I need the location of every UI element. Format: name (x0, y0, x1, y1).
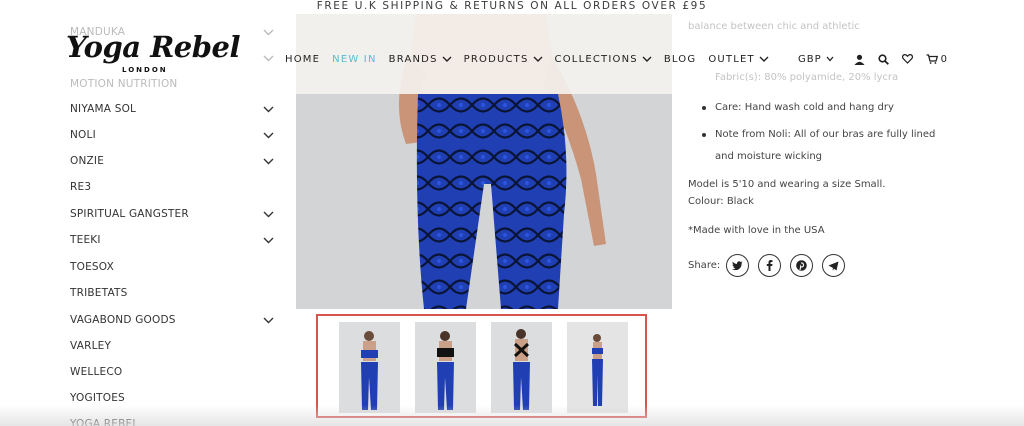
main-navigation: HOME NEW IN BRANDS PRODUCTS COLLECTIONS BLOG O… (285, 51, 781, 67)
sidebar-brand-label: YOGITOES (70, 392, 125, 404)
nav-item-outlet[interactable]: OUTLET (708, 54, 769, 65)
nav-item-label: COLLECTIONS (554, 53, 638, 65)
sidebar-brand-label: VARLEY (70, 340, 112, 352)
share-row: Share: (688, 254, 854, 277)
currency-selector[interactable]: GBP (798, 54, 834, 65)
sidebar-brand-label: TEEKI (70, 234, 101, 246)
bullet-dot (702, 133, 706, 137)
currency-label: GBP (798, 53, 822, 65)
thumbnail-4[interactable] (567, 322, 628, 413)
sidebar-brand-item[interactable]: NIYAMA SOL (70, 99, 280, 119)
heart-icon[interactable] (901, 54, 913, 64)
user-icon[interactable] (854, 54, 865, 65)
nav-item-label: BLOG (663, 53, 697, 65)
sidebar-brand-label: TRIBETATS (70, 287, 128, 299)
logo-subtitle: LONDON (122, 66, 168, 74)
sidebar-brand-label: WELLECO (70, 366, 123, 378)
thumbnail-strip (316, 314, 647, 418)
facebook-icon[interactable] (758, 254, 782, 277)
nav-item-products[interactable]: PRODUCTS (464, 54, 543, 65)
sidebar-brand-label: VAGABOND GOODS (70, 314, 176, 326)
promo-banner: FREE U.K SHIPPING & RETURNS ON ALL ORDER… (316, 0, 708, 12)
email-icon[interactable] (822, 254, 846, 277)
made-in-text: *Made with love in the USA (688, 225, 825, 236)
thumbnail-1[interactable] (339, 322, 400, 413)
nav-item-collections[interactable]: COLLECTIONS (555, 54, 652, 65)
twitter-icon[interactable] (726, 254, 750, 277)
nav-item-blog[interactable]: BLOG (664, 54, 697, 65)
nav-item-label: OUTLET (708, 53, 755, 65)
nav-item-label: NEW IN (332, 53, 377, 65)
sidebar-brand-label: NOLI (70, 129, 96, 141)
chevron-down-icon[interactable] (263, 99, 275, 119)
sidebar-brand-label: ONZIE (70, 155, 105, 167)
sidebar-brand-item[interactable]: ONZIE (70, 151, 280, 171)
nav-item-home[interactable]: HOME (285, 54, 320, 65)
sidebar-brand-item[interactable]: TEEKI (70, 230, 280, 250)
chevron-down-icon (438, 56, 452, 63)
nav-item-label: PRODUCTS (463, 53, 529, 65)
note-text: Note from Noli: All of our bras are full… (715, 129, 936, 162)
yoga-rebel-logo[interactable]: Yoga Rebel LONDON (66, 30, 240, 78)
sidebar-brand-label: SPIRITUAL GANGSTER (70, 208, 189, 220)
sidebar-brand-item[interactable]: VARLEY (70, 336, 280, 356)
chevron-down-icon (638, 56, 652, 63)
bullet-dot (702, 106, 706, 110)
colour-info: Colour: Black (688, 196, 754, 207)
sidebar-brand-label: NIYAMA SOL (70, 103, 137, 115)
thumbnail-2[interactable] (415, 322, 476, 413)
thumbnail-3[interactable] (491, 322, 552, 413)
nav-item-label: BRANDS (388, 53, 438, 65)
chevron-down-icon (529, 56, 543, 63)
sidebar-brand-item[interactable]: TOESOX (70, 257, 280, 277)
chevron-down-icon[interactable] (263, 204, 275, 224)
chevron-down-icon[interactable] (263, 22, 275, 42)
model-info: Model is 5'10 and wearing a size Small. (688, 179, 886, 190)
chevron-down-icon[interactable] (263, 125, 275, 145)
chevron-down-icon[interactable] (263, 48, 275, 68)
sidebar-brand-item[interactable]: TRIBETATS (70, 283, 280, 303)
cart-icon[interactable]: 0 (926, 54, 947, 65)
cart-count: 0 (940, 53, 948, 65)
sidebar-brand-item[interactable]: VAGABOND GOODS (70, 310, 280, 330)
chevron-down-icon[interactable] (263, 151, 275, 171)
share-label: Share: (688, 260, 721, 271)
chevron-down-icon[interactable] (263, 310, 275, 330)
sidebar-brand-item[interactable]: NOLI (70, 125, 280, 145)
logo-script: Yoga Rebel (66, 30, 240, 64)
sidebar-brand-label: TOESOX (70, 261, 114, 273)
search-icon[interactable] (878, 53, 889, 65)
faded-fabric-line: Fabric(s): 80% polyamide, 20% lycra (715, 72, 899, 83)
sidebar-brand-label: RE3 (70, 181, 92, 193)
nav-item-label: HOME (285, 53, 321, 65)
sidebar-brand-label: MOTION NUTRITION (70, 78, 178, 90)
sidebar-brand-item[interactable]: RE3 (70, 177, 280, 197)
chevron-down-icon (826, 56, 834, 62)
care-text: Care: Hand wash cold and hang dry (715, 102, 894, 113)
sidebar-brand-item[interactable]: WELLECO (70, 362, 280, 382)
bottom-fade (0, 405, 1024, 426)
faded-description-line: balance between chic and athletic (688, 21, 860, 32)
chevron-down-icon[interactable] (263, 230, 275, 250)
nav-item-brands[interactable]: BRANDS (389, 54, 452, 65)
chevron-down-icon (755, 56, 769, 63)
sidebar-brand-item[interactable]: SPIRITUAL GANGSTER (70, 204, 280, 224)
utility-bar: GBP 0 (798, 51, 947, 67)
nav-item-new-in[interactable]: NEW IN (332, 54, 377, 65)
pinterest-icon[interactable] (790, 254, 814, 277)
